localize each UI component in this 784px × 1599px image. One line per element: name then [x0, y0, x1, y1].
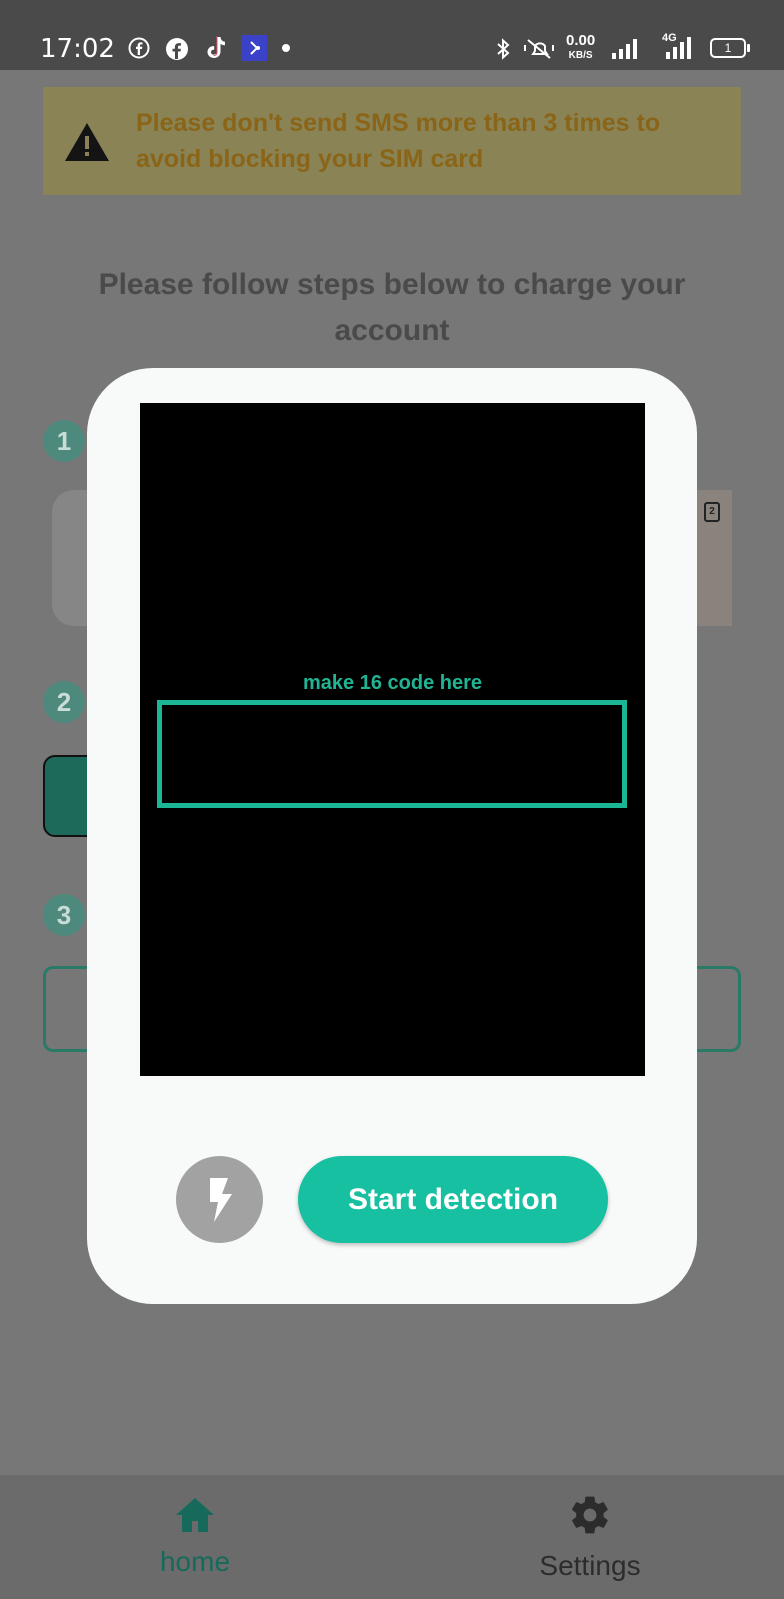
warning-icon	[63, 121, 111, 168]
status-bar: 17:02 0.00 KB/S 4G 1	[0, 0, 784, 70]
sim-2-icon: 2	[704, 502, 720, 522]
signal-icon	[610, 37, 640, 59]
step-2-badge: 2	[43, 681, 85, 723]
bottom-nav: home Settings	[0, 1475, 784, 1599]
warning-text: Please don't send SMS more than 3 times …	[136, 109, 661, 173]
flash-toggle-button[interactable]	[176, 1156, 263, 1243]
start-detection-button[interactable]: Start detection	[298, 1156, 608, 1243]
operator-card-left[interactable]	[52, 490, 92, 626]
home-icon	[140, 1495, 250, 1540]
code-input-left-edge[interactable]	[43, 966, 91, 1052]
operator-card-right[interactable]: 2	[694, 490, 732, 626]
bluetooth-icon	[494, 37, 512, 61]
clock: 17:02	[40, 34, 115, 64]
step-1-badge: 1	[43, 420, 85, 462]
flash-icon	[210, 1178, 232, 1222]
warning-banner: Please don't send SMS more than 3 times …	[43, 87, 741, 195]
scan-frame	[157, 700, 627, 808]
tiktok-icon	[202, 34, 228, 62]
gear-icon	[520, 1493, 660, 1542]
app-notification-icon	[241, 35, 267, 61]
nav-settings[interactable]: Settings	[520, 1475, 660, 1599]
page-heading: Please follow steps below to charge your…	[98, 268, 686, 347]
signal-4g-icon: 4G	[662, 32, 696, 60]
more-notifications-dot-icon	[282, 44, 290, 52]
network-speed: 0.00 KB/S	[566, 32, 596, 61]
nav-home[interactable]: home	[140, 1475, 250, 1599]
mute-vibrate-icon	[522, 36, 556, 60]
scan-hint-label: make 16 code here	[303, 672, 482, 694]
facebook-outline-icon	[128, 37, 150, 59]
step-2-button[interactable]	[43, 755, 93, 837]
facebook-icon	[165, 37, 189, 61]
code-input-right-edge[interactable]	[694, 966, 741, 1052]
nav-home-label: home	[159, 1546, 231, 1577]
nav-settings-label: Settings	[539, 1550, 641, 1581]
battery-icon: 1	[710, 38, 750, 58]
step-3-badge: 3	[43, 894, 85, 936]
